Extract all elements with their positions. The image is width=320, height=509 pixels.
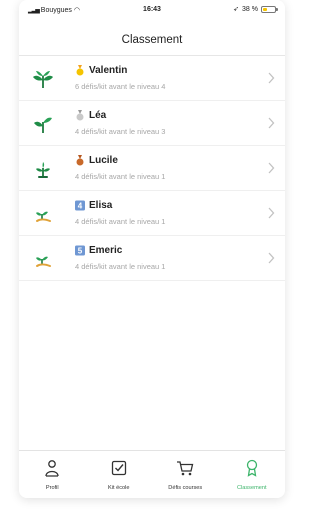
rank-5-icon: 5 — [75, 245, 85, 256]
tab-label: Classement — [236, 485, 267, 491]
chevron-right-icon — [268, 117, 275, 129]
leaderboard-row[interactable]: 5 Emeric 4 défis/kit avant le niveau 1 — [19, 236, 285, 281]
row-name-line: Valentin — [75, 65, 127, 76]
chevron-right-icon — [268, 162, 275, 174]
row-name-line: Lucile — [75, 155, 118, 166]
status-right: ➶ 38 % — [233, 5, 278, 13]
player-progress: 6 défis/kit avant le niveau 4 — [75, 82, 166, 91]
leaderboard-row[interactable]: Lucile 4 défis/kit avant le niveau 1 — [19, 146, 285, 191]
tab-classement[interactable]: Classement — [219, 451, 286, 498]
checkbox-icon — [111, 460, 126, 476]
phone-screen: ▂▃▅ Bouygues ◠ 16:43 ➶ 38 % Classement V… — [19, 0, 285, 498]
trophy-icon — [246, 459, 257, 477]
location-icon: ➶ — [233, 6, 240, 13]
battery-percent: 38 % — [242, 5, 258, 13]
page-title: Classement — [121, 34, 183, 46]
leaderboard-row[interactable]: Léa 4 défis/kit avant le niveau 3 — [19, 101, 285, 146]
battery-fill — [263, 7, 267, 11]
row-name-line: 5 Emeric — [75, 245, 122, 256]
medium-plant-icon — [34, 117, 52, 133]
chevron-right-icon — [268, 252, 275, 264]
tab-defis-courses[interactable]: Défis courses — [152, 451, 219, 498]
rank-4-text: 4 — [78, 202, 83, 211]
leaderboard-row[interactable]: 4 Elisa 4 défis/kit avant le niveau 1 — [19, 191, 285, 236]
row-name-line: 4 Elisa — [75, 200, 112, 211]
gold-medal-icon — [76, 65, 84, 76]
player-name: Emeric — [89, 245, 123, 256]
sprout-icon — [36, 256, 51, 267]
chevron-right-icon — [268, 207, 275, 219]
player-progress: 4 défis/kit avant le niveau 1 — [75, 217, 166, 226]
bronze-medal-icon — [76, 155, 84, 166]
player-progress: 4 défis/kit avant le niveau 1 — [75, 262, 166, 271]
player-name: Lucile — [89, 155, 118, 166]
player-name: Valentin — [89, 65, 128, 76]
player-progress: 4 défis/kit avant le niveau 3 — [75, 127, 166, 136]
tab-profil[interactable]: Profil — [19, 451, 86, 498]
tab-kit-ecole[interactable]: Kit école — [86, 451, 153, 498]
cart-icon — [177, 461, 194, 476]
row-name-line: Léa — [75, 110, 106, 121]
player-name: Léa — [89, 110, 107, 121]
tab-label: Défis courses — [168, 485, 203, 491]
tab-label: Kit école — [108, 485, 130, 491]
leaderboard-list: Valentin 6 défis/kit avant le niveau 4 L… — [19, 56, 285, 281]
leaderboard-row[interactable]: Valentin 6 défis/kit avant le niveau 4 — [19, 56, 285, 101]
player-progress: 4 défis/kit avant le niveau 1 — [75, 172, 166, 181]
small-plant-icon — [36, 162, 50, 178]
player-name: Elisa — [89, 200, 113, 211]
person-icon — [45, 460, 59, 477]
sprout-icon — [36, 211, 51, 222]
chevron-right-icon — [268, 72, 275, 84]
large-plant-icon — [33, 71, 53, 88]
rank-4-icon: 4 — [75, 200, 85, 211]
battery-icon — [261, 5, 278, 13]
tab-bar: Profil Kit école Défis courses Classemen… — [19, 450, 285, 498]
status-bar: ▂▃▅ Bouygues ◠ 16:43 ➶ 38 % — [19, 0, 285, 22]
rank-5-text: 5 — [78, 247, 83, 256]
silver-medal-icon — [76, 110, 84, 121]
tab-label: Profil — [45, 485, 59, 491]
